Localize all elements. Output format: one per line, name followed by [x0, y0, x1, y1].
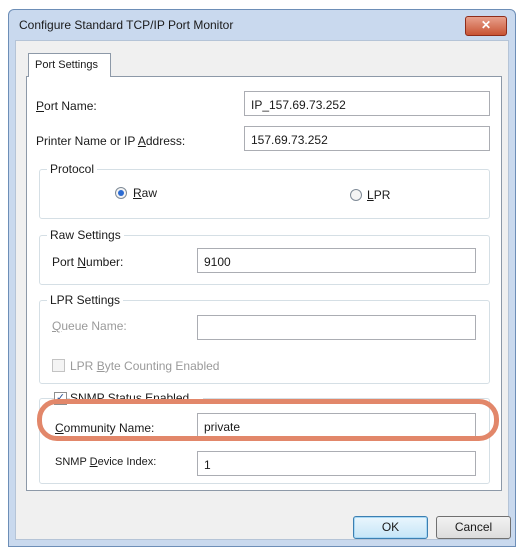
community-name-field[interactable]: private — [197, 413, 476, 438]
tab-port-settings[interactable]: Port Settings — [28, 53, 111, 77]
printer-address-label: Printer Name or IP Address: — [36, 134, 186, 148]
byte-counting-label[interactable]: LPR Byte Counting Enabled — [70, 359, 219, 373]
lpr-settings-title: LPR Settings — [47, 293, 124, 307]
radio-selected-dot — [118, 190, 124, 196]
close-icon: ✕ — [480, 18, 492, 32]
port-name-field[interactable]: IP_157.69.73.252 — [244, 91, 490, 116]
protocol-group: Protocol Raw LPR — [39, 162, 490, 219]
raw-settings-group: Raw Settings Port Number: 9100 — [39, 228, 490, 285]
device-index-label: SNMP Device Index: — [55, 456, 157, 468]
raw-settings-title: Raw Settings — [47, 228, 124, 242]
port-number-label: Port Number: — [52, 255, 124, 269]
printer-address-field[interactable]: 157.69.73.252 — [244, 126, 490, 151]
protocol-group-title: Protocol — [47, 162, 98, 176]
tab-panel: Port Name: IP_157.69.73.252 Printer Name… — [26, 76, 502, 491]
queue-name-field[interactable] — [197, 315, 476, 340]
byte-counting-checkbox[interactable] — [52, 359, 65, 372]
cancel-button[interactable]: Cancel — [436, 516, 511, 539]
community-name-label: Community Name: — [55, 421, 155, 435]
title-bar[interactable]: Configure Standard TCP/IP Port Monitor ✕ — [9, 10, 515, 40]
close-button[interactable]: ✕ — [465, 16, 507, 36]
dialog-window: Configure Standard TCP/IP Port Monitor ✕… — [8, 9, 516, 547]
snmp-group: ✓ SNMP Status Enabled Community Name: pr… — [39, 391, 490, 484]
lpr-radio-label[interactable]: LPR — [367, 188, 390, 202]
raw-radio[interactable] — [115, 187, 127, 199]
port-name-label: Port Name: — [36, 99, 97, 113]
port-number-field[interactable]: 9100 — [197, 248, 476, 273]
queue-name-label: Queue Name: — [52, 319, 127, 333]
raw-radio-label[interactable]: Raw — [133, 186, 157, 200]
dialog-client-area: Port Settings Port Name: IP_157.69.73.25… — [15, 40, 511, 540]
snmp-enabled-checkbox[interactable]: ✓ — [54, 392, 67, 405]
lpr-settings-group: LPR Settings Queue Name: LPR Byte Counti… — [39, 293, 490, 384]
lpr-radio[interactable] — [350, 189, 362, 201]
snmp-enabled-label[interactable]: SNMP Status Enabled — [70, 391, 204, 405]
window-title: Configure Standard TCP/IP Port Monitor — [19, 18, 234, 32]
device-index-field[interactable]: 1 — [197, 451, 476, 476]
checkmark-icon: ✓ — [55, 392, 66, 404]
ok-button[interactable]: OK — [353, 516, 428, 539]
